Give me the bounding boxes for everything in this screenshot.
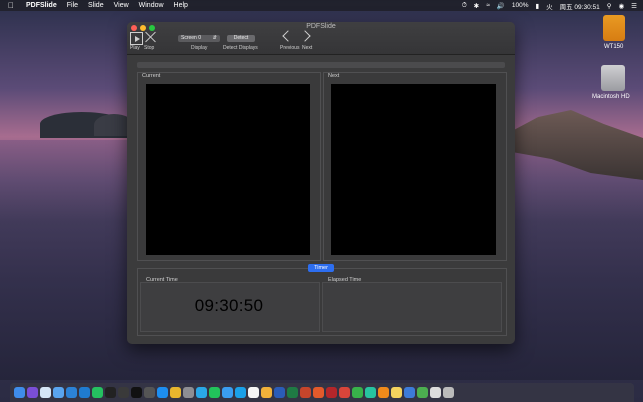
volume-icon[interactable]: 🔊 xyxy=(497,2,505,10)
search-icon[interactable]: ⚲ xyxy=(607,2,612,10)
current-time-value: 09:30:50 xyxy=(194,296,264,315)
qq-browser-icon[interactable] xyxy=(222,387,233,398)
display-select[interactable]: Screen 0 ⇵ xyxy=(178,35,220,42)
play-button[interactable] xyxy=(130,32,143,45)
menubar-clock[interactable]: 周五 09:30:51 xyxy=(560,1,600,11)
qq-icon[interactable] xyxy=(196,387,207,398)
skype-icon[interactable] xyxy=(235,387,246,398)
usb-drive-label[interactable]: WT150 xyxy=(604,44,623,50)
pdfslide-window: PDFSlide Play Stop Screen 0 ⇵ Display De… xyxy=(127,22,515,344)
appstore-icon[interactable] xyxy=(157,387,168,398)
siri-menubar-icon[interactable]: ◉ xyxy=(619,2,625,10)
office-icon[interactable] xyxy=(313,387,324,398)
bluetooth-icon[interactable]: ✱ xyxy=(474,2,479,10)
status-area: ⏱ ✱ ≈ 🔊 100% ▮ 火 周五 09:30:51 ⚲ ◉ ☰ xyxy=(462,0,637,11)
menu-help[interactable]: Help xyxy=(174,2,188,9)
mail-icon[interactable] xyxy=(53,387,64,398)
system-preferences-icon[interactable] xyxy=(183,387,194,398)
next-button[interactable] xyxy=(299,30,311,42)
current-slide-preview xyxy=(146,84,310,255)
terminal-icon[interactable] xyxy=(105,387,116,398)
app-icon[interactable] xyxy=(118,387,129,398)
input-source[interactable]: 火 xyxy=(546,1,553,11)
display-select-value: Screen 0 xyxy=(181,35,202,41)
apple-menu-icon[interactable]:  xyxy=(8,1,14,10)
window-toolbar: PDFSlide Play Stop Screen 0 ⇵ Display De… xyxy=(127,22,515,55)
stop-button[interactable] xyxy=(145,31,157,43)
screenshot-icon[interactable] xyxy=(144,387,155,398)
usb-drive-icon[interactable] xyxy=(603,15,625,41)
hard-drive-label[interactable]: Macintosh HD xyxy=(592,94,630,100)
folder-icon[interactable] xyxy=(430,387,441,398)
vlc-icon[interactable] xyxy=(378,387,389,398)
menu-bar:  PDFSlide File Slide View Window Help ⏱… xyxy=(0,0,643,11)
detect-displays-label: Detect Displays xyxy=(223,45,258,51)
menu-slide[interactable]: Slide xyxy=(88,2,104,9)
next-slide-preview xyxy=(331,84,496,255)
excel-icon[interactable] xyxy=(287,387,298,398)
previous-label: Previous xyxy=(280,45,300,51)
activity-monitor-icon[interactable] xyxy=(131,387,142,398)
next-label: Next xyxy=(302,45,313,51)
elapsed-time-panel xyxy=(322,282,502,332)
stop-label: Stop xyxy=(144,45,155,51)
play-label: Play xyxy=(130,45,140,51)
menu-view[interactable]: View xyxy=(114,2,129,9)
menu-file[interactable]: File xyxy=(67,2,78,9)
wifi-icon[interactable]: ≈ xyxy=(486,2,490,9)
hard-drive-icon[interactable] xyxy=(601,65,625,91)
chrome-icon[interactable] xyxy=(170,387,181,398)
wechat-icon[interactable] xyxy=(92,387,103,398)
battery-percent[interactable]: 100% xyxy=(512,2,529,9)
cloud-icon[interactable] xyxy=(352,387,363,398)
word-icon[interactable] xyxy=(274,387,285,398)
calendar-icon[interactable] xyxy=(248,387,259,398)
downloads-icon[interactable] xyxy=(404,387,415,398)
app-menu[interactable]: PDFSlide xyxy=(26,2,57,9)
safari-icon[interactable] xyxy=(40,387,51,398)
xmind-icon[interactable] xyxy=(339,387,350,398)
menu-window[interactable]: Window xyxy=(139,2,164,9)
timer-tab[interactable]: Timer xyxy=(308,264,334,272)
filezilla-icon[interactable] xyxy=(326,387,337,398)
time-machine-icon[interactable]: ⏱ xyxy=(462,2,467,10)
current-label: Current xyxy=(142,73,161,79)
notification-center-icon[interactable]: ☰ xyxy=(631,2,637,10)
next-slide-label: Next xyxy=(328,73,340,79)
finder-icon[interactable] xyxy=(14,387,25,398)
play-icon xyxy=(135,36,140,42)
siri-icon[interactable] xyxy=(27,387,38,398)
elapsed-time-label: Elapsed Time xyxy=(328,277,362,283)
slide-progress-bar[interactable] xyxy=(137,62,505,68)
previous-button[interactable] xyxy=(282,30,294,42)
battery-icon[interactable]: ▮ xyxy=(536,2,540,10)
detect-button[interactable]: Detect xyxy=(227,35,255,42)
notes-icon[interactable] xyxy=(391,387,402,398)
current-time-label: Current Time xyxy=(146,277,178,283)
window-title: PDFSlide xyxy=(306,23,336,30)
photos-icon[interactable] xyxy=(261,387,272,398)
display-label: Display xyxy=(191,45,208,51)
xcode-icon[interactable] xyxy=(66,387,77,398)
chevron-updown-icon: ⇵ xyxy=(212,35,217,41)
wechat2-icon[interactable] xyxy=(209,387,220,398)
trash-icon[interactable] xyxy=(443,387,454,398)
powerpoint-icon[interactable] xyxy=(300,387,311,398)
pycharm-icon[interactable] xyxy=(365,387,376,398)
android-icon[interactable] xyxy=(417,387,428,398)
dock xyxy=(10,383,634,402)
vscode-icon[interactable] xyxy=(79,387,90,398)
